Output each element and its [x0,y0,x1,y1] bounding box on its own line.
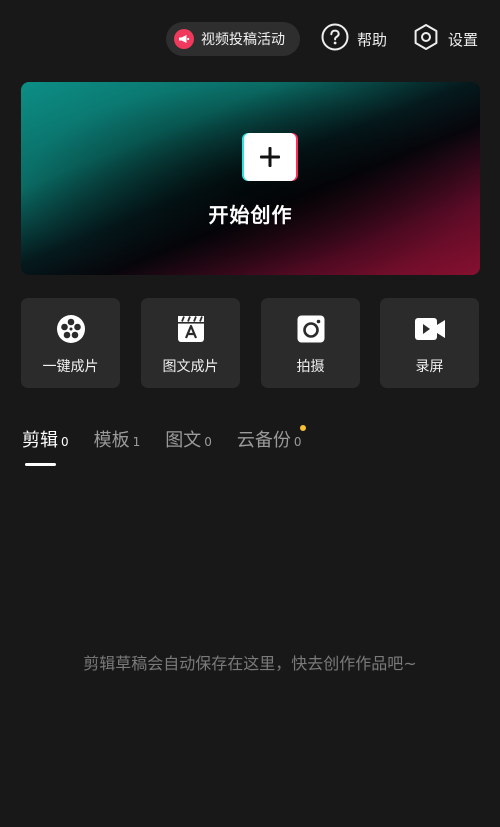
app-screen: 视频投稿活动 帮助 设置 开始创作 一键成片 图文成片 拍摄 录屏 剪辑 0 模… [0,0,500,827]
camera-icon [294,312,328,346]
hexagon-settings-icon [412,23,440,55]
tab-label: 云备份 [236,430,291,451]
tab-count: 0 [204,435,212,449]
screen-record-button[interactable]: 录屏 [380,298,479,388]
tab-label: 图文 [165,430,202,451]
text-clapper-icon [174,312,208,346]
text-to-video-button[interactable]: 图文成片 [141,298,240,388]
question-circle-icon [321,23,349,55]
tab-cloud-backup[interactable]: 云备份 0 [236,425,306,452]
start-creating-title: 开始创作 [208,203,293,227]
megaphone-icon [174,29,194,49]
tab-label: 模板 [93,430,130,451]
plus-icon [242,132,298,182]
shoot-button[interactable]: 拍摄 [261,298,360,388]
tab-label: 剪辑 [22,430,58,451]
tab-count: 0 [61,435,69,449]
help-button[interactable]: 帮助 [321,23,388,55]
shoot-label: 拍摄 [296,359,325,375]
one-click-video-label: 一键成片 [42,359,99,375]
tab-templates[interactable]: 模板 1 [94,426,141,452]
tab-count: 1 [132,435,141,449]
settings-label: 设置 [448,30,479,49]
promo-label: 视频投稿活动 [201,32,285,48]
draft-tabs: 剪辑 0 模板 1 图文 0 云备份 0 [22,425,327,456]
help-label: 帮助 [357,30,388,49]
start-creating-banner[interactable]: 开始创作 [21,82,480,275]
active-tab-indicator [25,463,56,466]
video-record-icon [413,312,447,346]
settings-button[interactable]: 设置 [412,24,478,54]
tab-edit[interactable]: 剪辑 0 [22,426,69,452]
film-reel-icon [54,312,88,346]
tab-count: 0 [293,435,302,449]
screen-record-label: 录屏 [415,359,444,375]
empty-drafts-message: 剪辑草稿会自动保存在这里，快去创作作品吧~ [83,654,417,673]
tab-image-text[interactable]: 图文 0 [165,426,212,452]
notification-dot [299,425,306,431]
one-click-video-button[interactable]: 一键成片 [21,298,120,388]
text-to-video-label: 图文成片 [162,359,219,375]
video-submission-promo-button[interactable]: 视频投稿活动 [166,22,300,56]
